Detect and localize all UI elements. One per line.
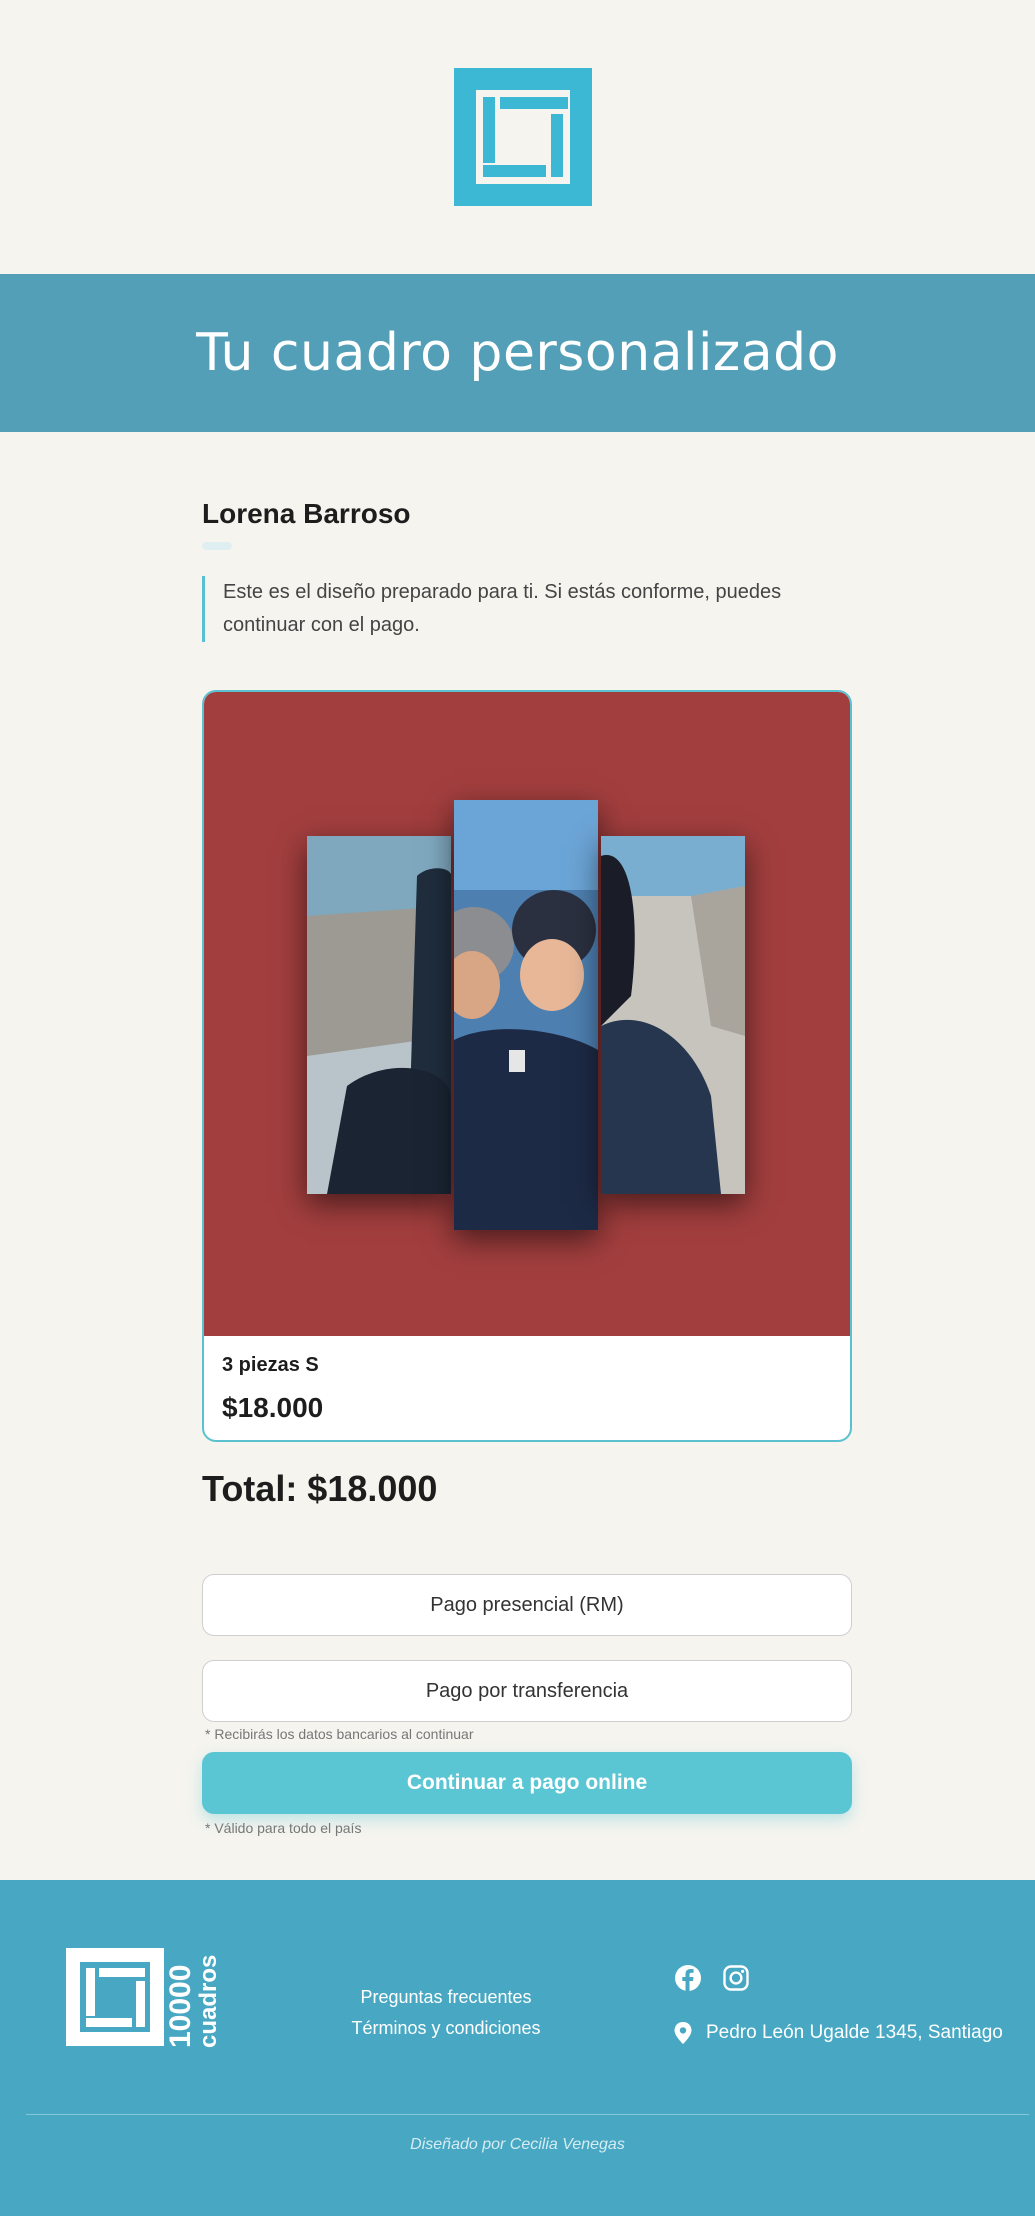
- footer-links: Preguntas frecuentes Términos y condicio…: [300, 1982, 592, 2044]
- photo-panel-left: [307, 836, 451, 1194]
- product-info: 3 piezas S $18.000: [204, 1336, 850, 1440]
- page-title: Tu cuadro personalizado: [196, 323, 839, 383]
- facebook-icon[interactable]: [674, 1964, 702, 1992]
- location-pin-icon: [674, 2022, 692, 2044]
- frame-preview: [204, 692, 850, 1336]
- photo-panel-right: [601, 836, 745, 1194]
- svg-text:cuadros: cuadros: [195, 1955, 218, 2048]
- pay-in-person-button[interactable]: Pago presencial (RM): [202, 1574, 852, 1636]
- address: Pedro León Ugalde 1345, Santiago: [674, 2022, 1003, 2044]
- designer-credit: Diseñado por Cecilia Venegas: [410, 2136, 625, 2153]
- page-footer: 10000 cuadros Preguntas frecuentes Térmi…: [0, 1880, 1035, 2216]
- footer-logo-icon[interactable]: 10000 cuadros: [66, 1948, 218, 2050]
- address-text: Pedro León Ugalde 1345, Santiago: [706, 2022, 1003, 2043]
- terms-link[interactable]: Términos y condiciones: [300, 2013, 592, 2044]
- footer-divider: [26, 2114, 1029, 2115]
- product-name: 3 piezas S: [222, 1354, 319, 1376]
- transfer-note: * Recibirás los datos bancarios al conti…: [205, 1726, 474, 1742]
- page-header: [0, 0, 1035, 274]
- client-name: Lorena Barroso: [202, 498, 411, 529]
- svg-text:10000: 10000: [164, 1965, 197, 2048]
- product-price: $18.000: [222, 1392, 324, 1423]
- pay-online-button[interactable]: Continuar a pago online: [202, 1752, 852, 1814]
- instagram-icon[interactable]: [722, 1964, 750, 1992]
- hero-banner: Tu cuadro personalizado: [0, 274, 1035, 432]
- order-total: Total: $18.000: [202, 1468, 438, 1509]
- product-card: 3 piezas S $18.000: [202, 690, 852, 1442]
- online-note: * Válido para todo el país: [205, 1820, 362, 1836]
- design-note: Este es el diseño preparado para ti. Si …: [202, 576, 783, 642]
- social-links: [674, 1964, 750, 1992]
- main-content: Lorena Barroso Este es el diseño prepara…: [202, 432, 852, 1838]
- brand-logo-icon[interactable]: [454, 68, 592, 206]
- faq-link[interactable]: Preguntas frecuentes: [300, 1982, 592, 2013]
- pay-transfer-button[interactable]: Pago por transferencia: [202, 1660, 852, 1722]
- photo-panel-center: [454, 800, 598, 1230]
- name-underline-decoration: [202, 542, 232, 550]
